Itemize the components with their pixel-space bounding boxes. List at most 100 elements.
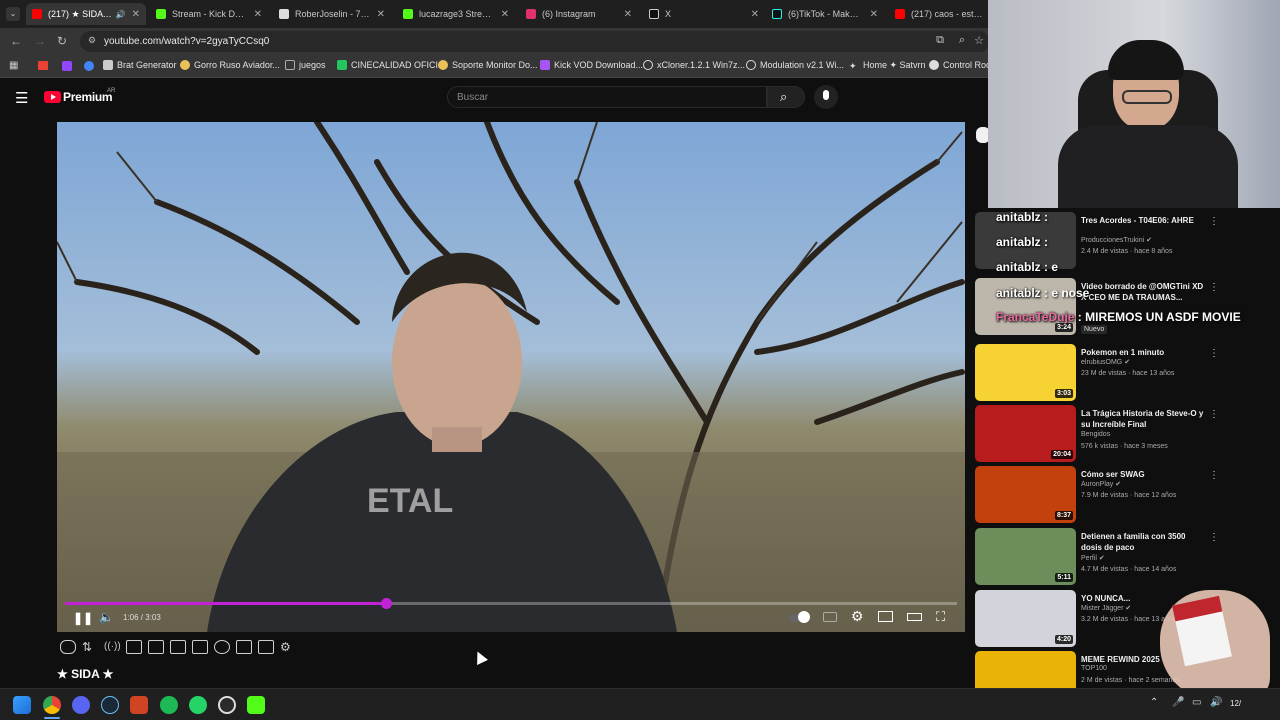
list-item[interactable]: 5:11 Detienen a familia con 3500 dosis d… xyxy=(975,528,1219,586)
volume-icon[interactable]: 🔈 xyxy=(99,610,114,624)
tab-youtube-sida[interactable]: (217) ★ SIDA ★ 🔊 ✕ xyxy=(26,3,146,25)
bookmark-icon[interactable] xyxy=(84,61,94,71)
miniplayer-icon[interactable] xyxy=(878,611,893,622)
bookmark-soporte-monitor[interactable]: Soporte Monitor Do... xyxy=(438,60,538,70)
chrome-icon[interactable] xyxy=(43,696,61,714)
pause-icon[interactable]: ❚❚ xyxy=(73,611,93,625)
tab-7tv[interactable]: RoberJoselin - 7TV ✕ xyxy=(273,3,391,25)
more-options-icon[interactable]: ⋮ xyxy=(1209,409,1219,420)
menu-hamburger-icon[interactable]: ☰ xyxy=(15,89,28,107)
close-tab-icon[interactable]: ✕ xyxy=(618,9,632,20)
fullscreen-icon[interactable]: ⛶ xyxy=(936,609,945,625)
bookmark-kick-vod[interactable]: Kick VOD Download... xyxy=(540,60,643,70)
audio-playing-icon[interactable]: 🔊 xyxy=(116,10,126,19)
twitch-bookmark-icon[interactable] xyxy=(62,61,72,71)
theater-mode-icon[interactable] xyxy=(907,613,922,621)
add-clip-icon[interactable] xyxy=(236,640,252,654)
extension-settings-icon[interactable]: ⚙ xyxy=(280,640,296,654)
loop-icon[interactable] xyxy=(60,640,76,654)
screenshot-camera-icon[interactable] xyxy=(258,640,274,654)
youtube-premium-logo[interactable]: Premium xyxy=(63,90,113,104)
back-arrow-icon[interactable]: ← xyxy=(10,34,22,48)
close-tab-icon[interactable]: ✕ xyxy=(248,9,262,20)
gmail-bookmark-icon[interactable] xyxy=(38,61,48,70)
discord-icon[interactable] xyxy=(72,696,90,714)
more-options-icon[interactable]: ⋮ xyxy=(1209,532,1219,543)
video-thumbnail[interactable]: 20:04 xyxy=(975,405,1076,462)
progress-bar[interactable] xyxy=(65,598,957,609)
speed-gauge-icon[interactable] xyxy=(214,640,230,654)
close-tab-icon[interactable]: ✕ xyxy=(371,9,385,20)
tray-clock[interactable]: 12/ xyxy=(1230,699,1241,708)
bookmark-brat-generator[interactable]: Brat Generator xyxy=(103,60,177,70)
more-options-icon[interactable]: ⋮ xyxy=(1209,348,1219,359)
bookmark-satvrn[interactable]: ✦ Home ✦ Satvrn xyxy=(849,60,926,71)
search-input[interactable]: Buscar xyxy=(447,86,767,108)
list-item[interactable]: 3:03 Pokemon en 1 minuto elrubiusOMG ✔ 2… xyxy=(975,344,1219,402)
progress-played xyxy=(65,602,387,605)
steam-icon[interactable] xyxy=(101,696,119,714)
list-item[interactable]: 20:04 La Trágica Historia de Steve-O y s… xyxy=(975,405,1219,463)
windows-taskbar: ⌃ 🎤 ▭ 🔊 12/ xyxy=(0,688,1280,720)
close-tab-icon[interactable]: ✕ xyxy=(495,9,509,20)
obs-icon[interactable] xyxy=(218,696,236,714)
autoplay-knob-icon xyxy=(798,611,810,623)
bookmark-cinecalidad[interactable]: CINECALIDAD OFICI... xyxy=(337,60,446,70)
aspect-ratio-icon[interactable] xyxy=(170,640,186,654)
video-player[interactable]: ETAL xyxy=(57,122,965,632)
list-item[interactable]: 8:37 Cómo ser SWAG AuronPlay ✔ 7.9 M de … xyxy=(975,466,1219,524)
tray-volume-icon[interactable]: 🔊 xyxy=(1210,697,1222,708)
search-button[interactable]: ⌕ xyxy=(767,86,805,108)
bookmark-folder-juegos[interactable]: juegos xyxy=(285,60,326,70)
tab-list-chevron-icon[interactable]: ⌄ xyxy=(6,7,20,21)
tab-instagram[interactable]: (6) Instagram ✕ xyxy=(520,3,638,25)
video-thumbnail[interactable]: 3:03 xyxy=(975,344,1076,401)
office-icon[interactable] xyxy=(130,696,148,714)
extension-toolbar: ⇅ ((·)) ⚙ xyxy=(60,640,296,656)
forward-arrow-icon[interactable]: → xyxy=(34,34,46,48)
cinema-icon[interactable] xyxy=(192,640,208,654)
tab-kick-stream[interactable]: lucazrage3 Stream - ✕ xyxy=(397,3,515,25)
video-thumbnail[interactable]: 8:37 xyxy=(975,466,1076,523)
more-options-icon[interactable]: ⋮ xyxy=(1209,470,1219,481)
voice-search-button[interactable] xyxy=(814,85,838,109)
brat-icon xyxy=(103,60,113,70)
close-tab-icon[interactable]: ✕ xyxy=(126,9,140,20)
kick-favicon-icon xyxy=(156,9,166,19)
whatsapp-icon[interactable] xyxy=(189,696,207,714)
audio-wave-icon[interactable]: ((·)) xyxy=(104,640,121,654)
subtitles-icon[interactable] xyxy=(823,612,837,622)
tab-kick-dashboard[interactable]: Stream - Kick Dashbo ✕ xyxy=(150,3,268,25)
site-info-icon[interactable]: ⚙ xyxy=(88,35,96,46)
spotify-icon[interactable] xyxy=(160,696,178,714)
tab-x[interactable]: X ✕ xyxy=(643,3,765,25)
bookmark-modulation[interactable]: Modulation v2.1 Wi... xyxy=(746,60,844,70)
folder-icon xyxy=(285,60,295,70)
close-tab-icon[interactable]: ✕ xyxy=(864,9,878,20)
settings-gear-icon[interactable]: ⚙ xyxy=(851,608,864,625)
bookmark-gorro-ruso[interactable]: Gorro Ruso Aviador... xyxy=(180,60,280,70)
video-thumbnail[interactable]: 4:20 xyxy=(975,590,1076,647)
tray-chevron-icon[interactable]: ⌃ xyxy=(1150,697,1158,708)
kick-icon[interactable] xyxy=(247,696,265,714)
apps-grid-icon[interactable]: ▦ xyxy=(9,60,18,71)
clapboard-icon[interactable] xyxy=(148,640,164,654)
tray-microphone-icon[interactable]: 🎤 xyxy=(1172,697,1184,708)
video-thumbnail[interactable] xyxy=(975,651,1076,688)
chat-message: FrancaTeDuje : MIREMOS UN ASDF MOVIE xyxy=(996,310,1241,324)
zoom-icon[interactable]: ⌕ xyxy=(959,34,965,47)
tab-youtube-caos[interactable]: (217) caos - estylo p xyxy=(889,3,989,25)
progress-scrubber[interactable] xyxy=(381,598,393,609)
close-tab-icon[interactable]: ✕ xyxy=(745,9,759,20)
bookmark-xcloner[interactable]: xCloner.1.2.1 Win7z... xyxy=(643,60,745,70)
reload-icon[interactable]: ↻ xyxy=(57,34,67,48)
bookmark-star-icon[interactable]: ☆ xyxy=(974,34,984,47)
video-thumbnail[interactable]: 5:11 xyxy=(975,528,1076,585)
install-app-icon[interactable]: ⧉ xyxy=(936,34,944,47)
tab-tiktok[interactable]: (6)TikTok - Make Your ✕ xyxy=(766,3,884,25)
windows-start-icon[interactable] xyxy=(13,696,31,714)
sort-arrows-icon[interactable]: ⇅ xyxy=(82,640,98,654)
tray-network-icon[interactable]: ▭ xyxy=(1192,697,1201,708)
address-bar[interactable]: ⚙ youtube.com/watch?v=2gyaTyCCsq0 ⧉ ⌕ ☆ xyxy=(80,31,990,52)
video-filter-icon[interactable] xyxy=(126,640,142,654)
